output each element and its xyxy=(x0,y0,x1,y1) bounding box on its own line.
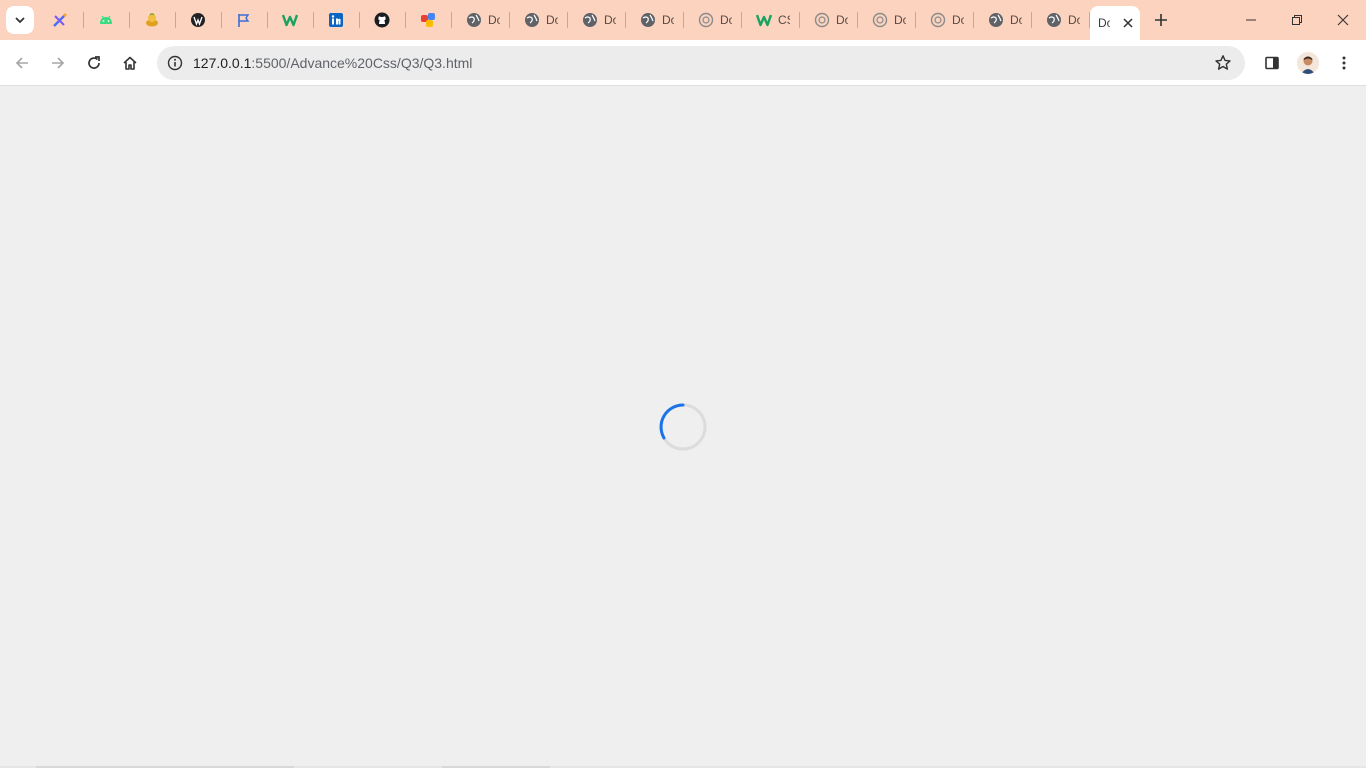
pen-app-icon xyxy=(52,12,68,28)
globe-outline-icon xyxy=(814,12,830,28)
tab[interactable] xyxy=(176,4,222,36)
w-brand-icon xyxy=(282,12,298,28)
w-brand-icon xyxy=(756,12,772,28)
coins-icon xyxy=(144,12,160,28)
tab[interactable] xyxy=(38,4,84,36)
close-icon xyxy=(1337,14,1349,26)
url-host: 127.0.0.1 xyxy=(193,55,252,71)
tab-title: Do xyxy=(1010,13,1022,27)
github-icon xyxy=(374,12,390,28)
new-tab-button[interactable] xyxy=(1150,9,1172,31)
tab-title: Do xyxy=(894,13,906,27)
profile-avatar[interactable] xyxy=(1297,52,1319,74)
tab-title: Do xyxy=(952,13,964,27)
tab-title: Do xyxy=(662,13,674,27)
tab-active[interactable]: Do xyxy=(1090,6,1140,40)
tab-strip: Do Do Do Do Do CS Do Do Do Do Do Do xyxy=(0,0,1366,40)
globe-icon xyxy=(640,12,656,28)
tab[interactable]: Do xyxy=(452,4,510,36)
url-path: :5500/Advance%20Css/Q3/Q3.html xyxy=(251,55,473,71)
tab-title: Do xyxy=(546,13,558,27)
tab-title: Do xyxy=(488,13,500,27)
tab-title: CS xyxy=(778,13,790,27)
globe-icon xyxy=(582,12,598,28)
tab[interactable]: Do xyxy=(684,4,742,36)
tab[interactable] xyxy=(130,4,176,36)
loading-spinner-icon xyxy=(659,403,707,451)
home-icon xyxy=(123,56,137,70)
minimize-button[interactable] xyxy=(1228,0,1274,40)
reload-button[interactable] xyxy=(78,47,110,79)
tab-title: Do xyxy=(720,13,732,27)
globe-outline-icon xyxy=(930,12,946,28)
tab[interactable] xyxy=(406,4,452,36)
tab[interactable] xyxy=(222,4,268,36)
tab-title: Do xyxy=(836,13,848,27)
site-info-icon[interactable] xyxy=(163,51,187,75)
globe-icon xyxy=(466,12,482,28)
address-url[interactable]: 127.0.0.1:5500/Advance%20Css/Q3/Q3.html xyxy=(193,55,472,71)
arrow-right-icon xyxy=(52,57,65,69)
chevron-down-icon xyxy=(15,17,25,24)
restore-icon xyxy=(1292,15,1302,25)
more-vertical-icon xyxy=(1342,56,1346,70)
close-window-button[interactable] xyxy=(1320,0,1366,40)
linkedin-icon xyxy=(328,12,344,28)
tab[interactable]: Do xyxy=(916,4,974,36)
tab[interactable]: Do xyxy=(568,4,626,36)
tab[interactable] xyxy=(360,4,406,36)
wordpress-icon xyxy=(190,12,206,28)
tab[interactable] xyxy=(84,4,130,36)
reload-icon xyxy=(88,56,100,69)
plus-icon xyxy=(1155,14,1167,26)
bookmark-star-icon[interactable] xyxy=(1213,53,1233,73)
tab-title: Do xyxy=(1068,13,1080,27)
home-button[interactable] xyxy=(114,47,146,79)
forward-button[interactable] xyxy=(42,47,74,79)
tab-title: Do xyxy=(604,13,616,27)
tab[interactable] xyxy=(268,4,314,36)
tab-search-button[interactable] xyxy=(6,6,34,34)
globe-icon xyxy=(1046,12,1062,28)
menu-button[interactable] xyxy=(1328,47,1360,79)
flag-icon xyxy=(236,12,252,28)
arrow-left-icon xyxy=(15,57,28,69)
globe-icon xyxy=(988,12,1004,28)
browser-toolbar: 127.0.0.1:5500/Advance%20Css/Q3/Q3.html xyxy=(0,40,1366,86)
tab[interactable]: Do xyxy=(800,4,858,36)
android-icon xyxy=(98,12,114,28)
page-content xyxy=(0,87,1366,768)
address-bar[interactable]: 127.0.0.1:5500/Advance%20Css/Q3/Q3.html xyxy=(157,46,1245,80)
tab[interactable]: Do xyxy=(626,4,684,36)
side-panel-icon xyxy=(1265,56,1279,70)
globe-outline-icon xyxy=(872,12,888,28)
tab[interactable]: Do xyxy=(510,4,568,36)
colorful-app-icon xyxy=(420,12,436,28)
tab[interactable]: Do xyxy=(974,4,1032,36)
back-button[interactable] xyxy=(6,47,38,79)
tab[interactable]: Do xyxy=(858,4,916,36)
tab[interactable] xyxy=(314,4,360,36)
close-tab-icon[interactable] xyxy=(1120,15,1136,31)
side-panel-button[interactable] xyxy=(1256,47,1288,79)
globe-outline-icon xyxy=(698,12,714,28)
tab-title: Do xyxy=(1098,16,1110,30)
tab[interactable]: Do xyxy=(1032,4,1090,36)
globe-icon xyxy=(524,12,540,28)
minimize-icon xyxy=(1246,19,1256,21)
restore-button[interactable] xyxy=(1274,0,1320,40)
tab[interactable]: CS xyxy=(742,4,800,36)
